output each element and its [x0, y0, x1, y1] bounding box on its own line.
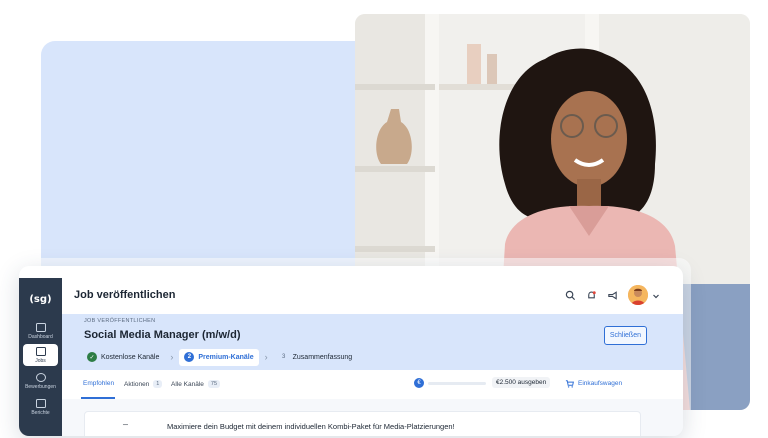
step-premium-channels[interactable]: 2 Premium-Kanäle	[179, 348, 259, 366]
check-icon: ✓	[87, 352, 97, 362]
chart-icon	[35, 398, 46, 408]
budget-label[interactable]: €2.500 ausgeben	[492, 377, 551, 388]
promo-icon: ─	[123, 422, 128, 429]
sidebar-item-berichte[interactable]: Berichte	[23, 396, 58, 418]
sidebar-item-label: Dashboard	[28, 333, 53, 340]
sidebar-item-bewerbungen[interactable]: Bewerbungen	[23, 370, 58, 392]
briefcase-icon	[35, 346, 46, 356]
sidebar-item-label: Jobs	[35, 357, 46, 364]
sidebar: (sg) Dashboard Jobs Bewerbungen Berichte	[19, 278, 62, 436]
breadcrumb: JOB VERÖFFENTLICHEN	[84, 318, 156, 324]
tab-label: Empfohlen	[83, 380, 115, 387]
megaphone-icon[interactable]	[607, 290, 618, 301]
chevron-right-icon: ›	[264, 352, 268, 362]
step-number: 2	[184, 352, 195, 362]
tab-label: Aktionen	[124, 380, 150, 388]
page-title: Job veröffentlichen	[74, 289, 176, 301]
step-summary[interactable]: 3 Zusammenfassung	[274, 349, 358, 366]
promo-text: Maximiere dein Budget mit deinem individ…	[167, 422, 455, 431]
top-bar: Job veröffentlichen	[62, 278, 683, 315]
cart-icon	[565, 380, 574, 388]
tab-alle-kanaele[interactable]: Alle Kanäle 75	[171, 380, 221, 388]
tab-bar: Empfohlen Aktionen 1 Alle Kanäle 75 € €2…	[62, 370, 683, 400]
count-badge: 75	[207, 380, 221, 388]
step-number: 3	[281, 354, 286, 360]
stepper: ✓ Kostenlose Kanäle › 2 Premium-Kanäle ›…	[82, 348, 357, 366]
content-area: ─ Maximiere dein Budget mit deinem indiv…	[62, 399, 683, 436]
app-window: (sg) Dashboard Jobs Bewerbungen Berichte…	[19, 266, 683, 436]
sidebar-item-dashboard[interactable]: Dashboard	[23, 320, 58, 342]
sidebar-item-jobs[interactable]: Jobs	[23, 344, 58, 366]
sidebar-item-label: Berichte	[31, 409, 50, 416]
tab-label: Alle Kanäle	[171, 380, 204, 388]
grid-icon	[35, 322, 46, 332]
count-badge: 1	[153, 380, 163, 388]
job-header: JOB VERÖFFENTLICHEN Social Media Manager…	[62, 314, 683, 370]
chevron-down-icon[interactable]	[652, 292, 660, 300]
sidebar-item-label: Bewerbungen	[25, 383, 56, 390]
promo-card[interactable]: ─ Maximiere dein Budget mit deinem indiv…	[84, 411, 641, 436]
job-title: Social Media Manager (m/w/d)	[84, 329, 241, 341]
bell-icon[interactable]	[586, 290, 597, 301]
cart-button[interactable]: Einkaufswagen	[565, 379, 622, 388]
step-label: Zusammenfassung	[292, 353, 353, 361]
budget-icon: €	[414, 378, 424, 388]
close-button[interactable]: Schließen	[603, 326, 647, 345]
brand-logo[interactable]: (sg)	[29, 288, 52, 311]
tab-aktionen[interactable]: Aktionen 1	[124, 380, 163, 388]
chevron-right-icon: ›	[170, 352, 174, 362]
tab-empfohlen[interactable]: Empfohlen	[83, 380, 114, 387]
budget-progress-bar	[428, 382, 486, 385]
cart-label: Einkaufswagen	[578, 380, 623, 387]
step-label: Kostenlose Kanäle	[101, 353, 160, 361]
avatar[interactable]	[628, 285, 648, 305]
users-icon	[35, 372, 46, 382]
step-free-channels[interactable]: ✓ Kostenlose Kanäle	[82, 349, 164, 366]
step-label: Premium-Kanäle	[198, 353, 254, 361]
search-icon[interactable]	[565, 290, 576, 301]
